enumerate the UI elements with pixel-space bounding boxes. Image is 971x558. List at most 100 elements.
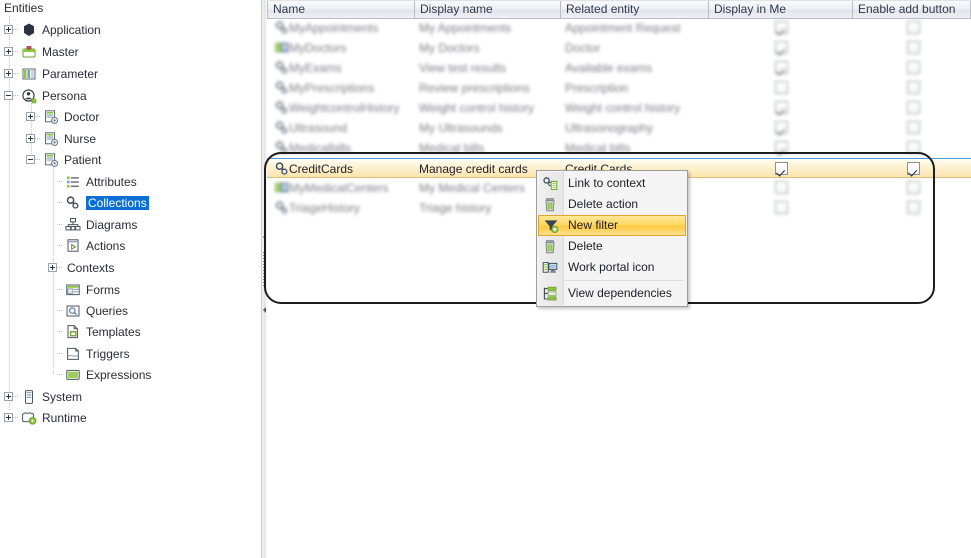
tree-connector	[35, 115, 40, 118]
app-root: Entities Application Master Parameter Perso…	[0, 0, 971, 558]
grid-column-header-enable-add-button[interactable]: Enable add button	[853, 1, 971, 18]
checkbox-display-in-me[interactable]	[775, 162, 788, 175]
checkbox-enable-add-button[interactable]	[907, 121, 920, 134]
tree-expander-master[interactable]	[4, 47, 13, 56]
tree-connector	[57, 201, 62, 204]
tree-item-diagrams[interactable]: Diagrams	[48, 215, 137, 234]
tree-guide-line-l1	[31, 96, 32, 158]
tree-item-patient[interactable]: Patient	[26, 150, 101, 169]
tree-item-contexts[interactable]: Contexts	[48, 258, 114, 277]
checkbox-enable-add-button[interactable]	[907, 201, 920, 214]
tree-connector	[13, 94, 18, 97]
tree-item-queries[interactable]: Queries	[48, 301, 128, 320]
checkbox-enable-add-button[interactable]	[907, 181, 920, 194]
cell-display-name: View test results	[419, 61, 507, 75]
tree-item-runtime[interactable]: Runtime	[4, 408, 87, 427]
menu-item-label: Link to context	[568, 176, 646, 190]
tree-expander-system[interactable]	[4, 392, 13, 401]
tree-item-triggers[interactable]: Triggers	[48, 344, 130, 363]
tree-expander-patient[interactable]	[26, 155, 35, 164]
tree-item-application[interactable]: Application	[4, 20, 101, 39]
tree-connector	[57, 309, 62, 312]
table-row[interactable]: WeightcontrolHistory Weight control histo…	[267, 98, 971, 118]
table-row[interactable]: MyAppointments My Appointments Appointment…	[267, 18, 971, 38]
tree-item-attributes[interactable]: Attributes	[48, 172, 137, 191]
checkbox-enable-add-button[interactable]	[907, 81, 920, 94]
tree-item-master[interactable]: Master	[4, 42, 79, 61]
checkbox-display-in-me[interactable]	[775, 81, 788, 94]
grid-column-header-name[interactable]: Name	[267, 1, 415, 18]
tree-item-persona[interactable]: Persona	[4, 86, 87, 105]
entity-icon	[43, 131, 59, 147]
checkbox-enable-add-button[interactable]	[907, 162, 920, 175]
checkbox-enable-add-button[interactable]	[907, 41, 920, 54]
system-icon	[21, 389, 37, 405]
tree-item-label: Collections	[86, 195, 149, 210]
table-row[interactable]: Medicalbills Medical bills Medical bills	[267, 138, 971, 158]
tree-expander-runtime[interactable]	[4, 413, 13, 422]
tree-item-label: System	[42, 389, 83, 404]
tree-expander-persona[interactable]	[4, 91, 13, 100]
menu-item-link-to-context[interactable]: Link to context	[537, 173, 687, 194]
tree-item-parameter[interactable]: Parameter	[4, 64, 98, 83]
work-portal-icon	[537, 257, 562, 278]
menu-item-label: New filter	[568, 218, 619, 232]
checkbox-enable-add-button[interactable]	[907, 141, 920, 154]
grid-column-header-display-in-me[interactable]: Display in Me	[709, 1, 853, 18]
checkbox-display-in-me[interactable]	[775, 181, 788, 194]
cell-related-entity: Prescription	[565, 81, 629, 95]
tree-item-label: Parameter	[42, 66, 99, 81]
tree-item-templates[interactable]: Templates	[48, 322, 141, 341]
tree-item-collections[interactable]: Collections	[48, 193, 149, 212]
menu-item-new-filter[interactable]: New filter	[538, 215, 686, 236]
tree-item-nurse[interactable]: Nurse	[26, 129, 96, 148]
table-row[interactable]: MyExams View test results Available exams	[267, 58, 971, 78]
checkbox-display-in-me[interactable]	[775, 101, 788, 114]
checkbox-display-in-me[interactable]	[775, 21, 788, 34]
checkbox-display-in-me[interactable]	[775, 41, 788, 54]
tree-item-doctor[interactable]: Doctor	[26, 107, 99, 126]
menu-item-delete-action[interactable]: Delete action	[537, 194, 687, 215]
checkbox-display-in-me[interactable]	[775, 141, 788, 154]
tree-expander-parameter[interactable]	[4, 69, 13, 78]
grid-column-header-related-entity[interactable]: Related entity	[561, 1, 709, 18]
tree-item-label: Triggers	[86, 346, 130, 361]
checkbox-enable-add-button[interactable]	[907, 61, 920, 74]
splitter-grip[interactable]	[263, 252, 265, 288]
tree-expander-application[interactable]	[4, 25, 13, 34]
grid-column-header-display-name[interactable]: Display name	[415, 1, 561, 18]
checkbox-enable-add-button[interactable]	[907, 21, 920, 34]
row-context-menu[interactable]: Link to context Delete action New filter De…	[536, 170, 688, 307]
tree-expander-doctor[interactable]	[26, 112, 35, 121]
checkbox-display-in-me[interactable]	[775, 201, 788, 214]
checkbox-enable-add-button[interactable]	[907, 101, 920, 114]
tree-connector	[57, 330, 62, 333]
diagrams-icon	[65, 217, 81, 233]
tree-expander-nurse[interactable]	[26, 134, 35, 143]
tree-item-expressions[interactable]: Expressions	[48, 365, 151, 384]
cell-name: Ultrasound	[289, 121, 348, 135]
menu-item-label: Delete	[568, 239, 603, 253]
menu-item-view-dependencies[interactable]: View dependencies	[537, 283, 687, 304]
checkbox-display-in-me[interactable]	[775, 121, 788, 134]
runtime-icon	[21, 410, 37, 426]
menu-item-delete[interactable]: Delete	[537, 236, 687, 257]
tree-item-forms[interactable]: Forms	[48, 280, 120, 299]
cell-name: MyPrescriptions	[289, 81, 375, 95]
tree-item-label: Patient	[64, 152, 102, 167]
tree-connector	[57, 223, 62, 226]
table-row[interactable]: MyDoctors My Doctors Doctor	[267, 38, 971, 58]
entity-icon	[43, 109, 59, 125]
tree-item-system[interactable]: System	[4, 387, 82, 406]
table-row[interactable]: MyPrescriptions Review prescriptions Presc…	[267, 78, 971, 98]
tree-expander-contexts[interactable]	[48, 263, 57, 272]
menu-item-work-portal-icon[interactable]: Work portal icon	[537, 257, 687, 278]
table-row[interactable]: Ultrasound My Ultrasounds Ultrasonography	[267, 118, 971, 138]
cell-related-entity: Weight control history	[565, 101, 681, 115]
collection-icon	[274, 100, 290, 116]
checkbox-display-in-me[interactable]	[775, 61, 788, 74]
tree-item-actions[interactable]: Actions	[48, 236, 125, 255]
